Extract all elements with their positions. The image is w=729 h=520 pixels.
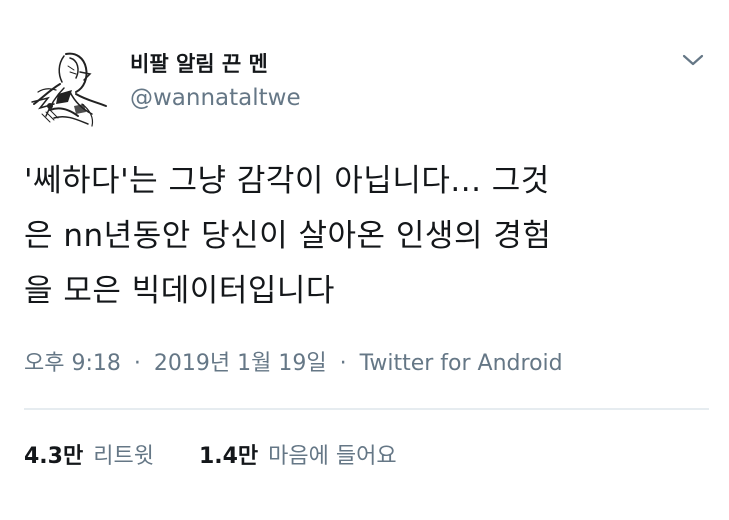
retweets-count: 4.3만: [24, 444, 84, 469]
tweet-line: 은 nn년동안 당신이 살아온 인생의 경험: [24, 218, 552, 254]
tweet-line: 을 모은 빅데이터입니다: [24, 273, 335, 309]
retweets-stat[interactable]: 4.3만 리트윗: [24, 438, 154, 470]
tweet-date[interactable]: 2019년 1월 19일: [154, 351, 327, 376]
tweet-stats: 4.3만 리트윗 1.4만 마음에 들어요: [24, 438, 435, 470]
chevron-down-icon[interactable]: [680, 50, 706, 70]
tweet-time[interactable]: 오후 9:18: [24, 351, 121, 376]
likes-label: 마음에 들어요: [268, 444, 397, 469]
tweet-meta: 오후 9:18 · 2019년 1월 19일 · Twitter for And…: [24, 345, 563, 377]
divider: [24, 408, 709, 410]
separator: ·: [133, 351, 141, 376]
separator: ·: [339, 351, 347, 376]
display-name[interactable]: 비팔 알림 끈 멘: [130, 48, 268, 78]
tweet-text: '쎄하다'는 그냥 감각이 아닙니다... 그것 은 nn년동안 당신이 살아온…: [24, 154, 714, 319]
avatar-sketch: [20, 44, 118, 134]
tweet-line: '쎄하다'는 그냥 감각이 아닙니다... 그것: [24, 163, 550, 199]
tweet-source[interactable]: Twitter for Android: [360, 351, 563, 376]
likes-stat[interactable]: 1.4만 마음에 들어요: [199, 438, 397, 470]
avatar[interactable]: [20, 44, 118, 134]
likes-count: 1.4만: [198, 444, 259, 469]
handle[interactable]: @wannataltwe: [130, 85, 301, 111]
retweets-label: 리트윗: [93, 444, 154, 469]
